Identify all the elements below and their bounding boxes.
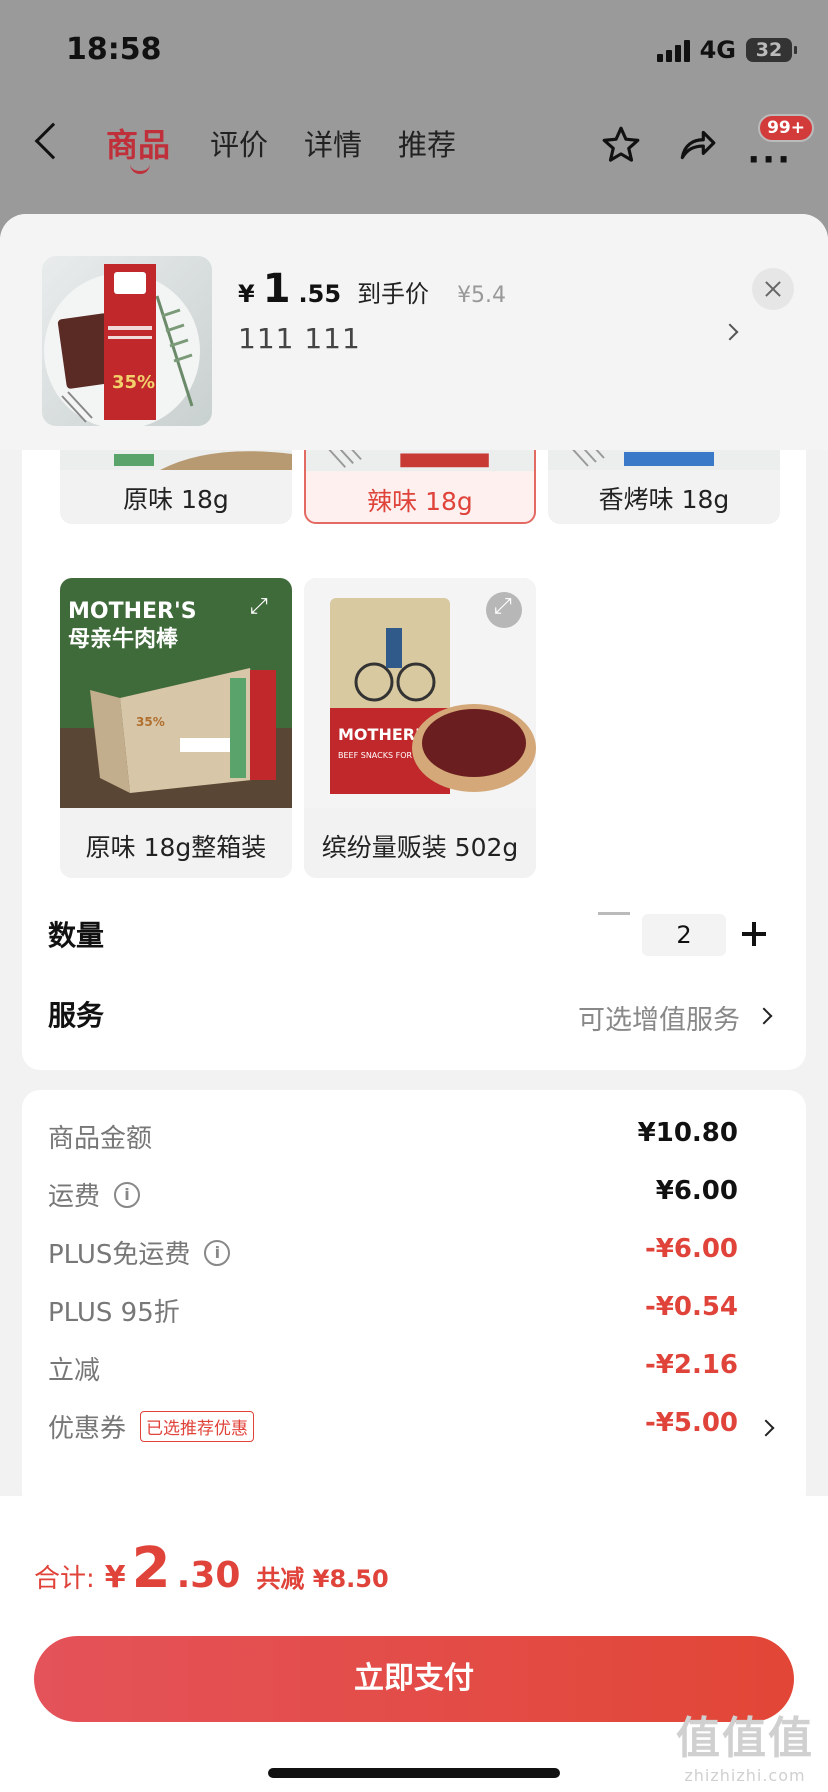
info-icon[interactable]: i	[114, 1181, 141, 1208]
tab-product[interactable]: 商品	[106, 120, 170, 166]
battery-icon: 32	[746, 38, 797, 62]
summary-row-label: PLUS 95折	[48, 1292, 180, 1329]
total-integer: 2	[131, 1536, 171, 1601]
home-indicator[interactable]	[268, 1768, 560, 1778]
product-thumbnail[interactable]: 35%	[42, 256, 212, 426]
active-tab-indicator	[130, 164, 150, 174]
back-arrow-icon[interactable]	[34, 122, 72, 160]
network-type: 4G	[699, 36, 736, 64]
summary-row-value: -¥6.00	[644, 1234, 738, 1264]
svg-text:35%: 35%	[136, 715, 165, 729]
variant-label: 香烤味 18g	[598, 485, 730, 514]
final-price-label: 到手价	[357, 280, 430, 308]
summary-row-value: ¥6.00	[655, 1176, 738, 1206]
summary-row-label: 商品金额	[48, 1118, 152, 1155]
more-icon[interactable]: ···	[747, 140, 792, 180]
summary-row-label: PLUS免运费 i	[48, 1234, 231, 1271]
info-icon[interactable]: i	[204, 1239, 231, 1266]
summary-label-text: 商品金额	[48, 1124, 153, 1154]
quantity-input[interactable]: 2	[642, 914, 726, 956]
variant-original-box[interactable]: 35% MOTHER'S 母亲牛肉棒 原味 18g整箱装	[60, 578, 292, 878]
variant-label: 辣味 18g	[367, 487, 473, 516]
summary-row-label[interactable]: 优惠券 已选推荐优惠	[48, 1408, 255, 1445]
product-image: 35%	[44, 264, 200, 426]
price-decimal: .55	[298, 280, 342, 308]
total-decimal: .30	[176, 1555, 241, 1596]
price-summary-panel: 商品金额 ¥10.80 运费 i ¥6.00 PLUS免运费 i -¥6.00 PL…	[22, 1090, 806, 1510]
tab-reviews[interactable]: 评价	[210, 122, 268, 164]
total-savings: 共减 ¥8.50	[256, 1565, 389, 1593]
share-icon[interactable]	[676, 124, 718, 166]
battery-level: 32	[755, 39, 783, 61]
expand-icon[interactable]	[242, 592, 278, 628]
price-currency: ¥	[238, 280, 255, 308]
variant-mixed-502g[interactable]: MOTHER'S BEEF SNACKS FOR 缤纷量贩装 502g	[304, 578, 536, 878]
message-badge: 99+	[758, 114, 814, 142]
service-value[interactable]: 可选增值服务	[578, 998, 740, 1037]
close-button[interactable]	[752, 268, 794, 310]
box-brand-subtext: 母亲牛肉棒	[68, 626, 179, 652]
status-bar: 18:58 4G 32	[0, 0, 828, 100]
status-indicators: 4G 32	[656, 36, 797, 64]
star-icon[interactable]	[600, 124, 642, 166]
bag-brand-subtext: BEEF SNACKS FOR	[338, 751, 412, 760]
signal-icon	[656, 38, 690, 62]
chevron-right-icon[interactable]	[721, 323, 739, 341]
chevron-right-icon[interactable]	[757, 1419, 775, 1437]
total-line: 合计: ¥2.30 共减 ¥8.50	[34, 1536, 389, 1601]
price-line: ¥1.55 到手价 ¥5.4	[238, 266, 506, 312]
watermark-small: zhizhizhi.com	[684, 1766, 806, 1785]
summary-row-value: ¥10.80	[637, 1118, 738, 1148]
top-nav: 商品 评价 详情 推荐 ··· 99+	[0, 110, 828, 180]
purchase-sheet: 35% ¥1.55 到手价 ¥5.4 111 111 原味 18g 辣味 18g	[0, 214, 828, 1792]
watermark-big: 值值值	[676, 1713, 814, 1764]
watermark-logo: 值值值 zhizhizhi.com	[676, 1702, 814, 1785]
selected-spec[interactable]: 111 111	[238, 322, 361, 355]
tab-recommend[interactable]: 推荐	[398, 122, 456, 164]
summary-label-text: PLUS免运费	[48, 1240, 191, 1270]
quantity-decrease-button[interactable]	[598, 912, 630, 915]
summary-label-text: 运费	[48, 1182, 101, 1212]
summary-label-text: 立减	[48, 1356, 101, 1386]
service-label: 服务	[48, 999, 105, 1032]
coupon-tag: 已选推荐优惠	[140, 1411, 255, 1442]
checkout-footer: 合计: ¥2.30 共减 ¥8.50 立即支付 值值值 zhizhizhi.co…	[0, 1496, 828, 1792]
summary-row-value: -¥2.16	[644, 1350, 738, 1380]
variant-label: 缤纷量贩装 502g	[321, 833, 519, 862]
coupon-value[interactable]: -¥5.00	[645, 1408, 738, 1438]
variant-pack-green	[114, 454, 154, 466]
variant-label: 原味 18g	[123, 485, 229, 514]
expand-icon[interactable]	[486, 592, 522, 628]
summary-label-text: 优惠券	[48, 1414, 127, 1444]
original-price: ¥5.4	[457, 283, 507, 308]
summary-row-value: -¥0.54	[644, 1292, 738, 1322]
tab-details[interactable]: 详情	[304, 122, 362, 164]
status-time: 18:58	[66, 32, 162, 67]
quantity-increase-button[interactable]	[742, 922, 766, 946]
quantity-label: 数量	[48, 919, 105, 952]
variant-label: 原味 18g整箱装	[85, 833, 267, 862]
sheet-header: 35% ¥1.55 到手价 ¥5.4 111 111	[0, 214, 828, 450]
summary-row-label: 运费 i	[48, 1176, 141, 1213]
total-currency: ¥	[104, 1560, 126, 1595]
summary-label-text: PLUS 95折	[48, 1298, 180, 1328]
price-integer: 1	[262, 266, 291, 312]
summary-row-label: 立减	[48, 1350, 100, 1387]
total-label: 合计:	[34, 1564, 95, 1594]
box-brand-text: MOTHER'S	[68, 599, 197, 624]
svg-text:35%: 35%	[112, 372, 155, 393]
